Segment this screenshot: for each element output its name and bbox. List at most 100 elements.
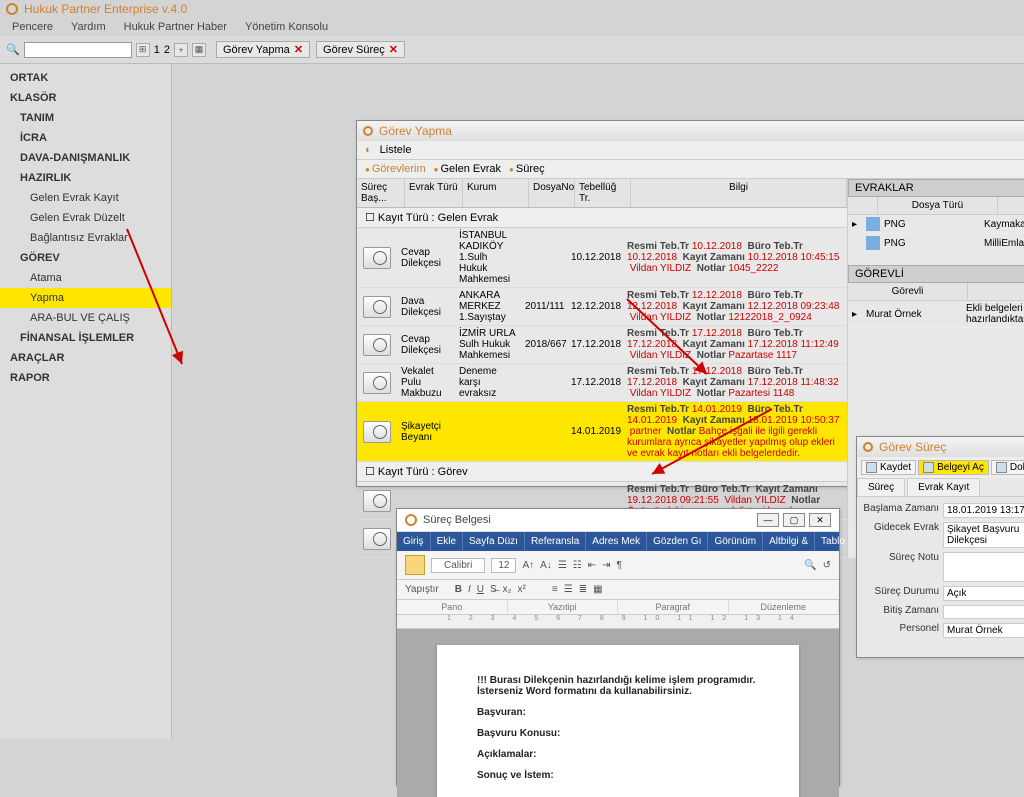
nav-page-1[interactable]: 1 — [154, 44, 160, 56]
maximize-button[interactable]: ▢ — [783, 513, 805, 527]
filetab-gorev-yapma[interactable]: Görev Yapma ✕ — [216, 41, 310, 58]
col-dosya-turu[interactable]: Dosya Türü — [878, 197, 998, 214]
underline-button[interactable]: U — [477, 584, 484, 595]
evrak-row[interactable]: PNGMilliEmlakŞikayet.png — [848, 234, 1024, 253]
ribbon-tab[interactable]: Giriş — [397, 532, 431, 551]
belgeyi-ac-button[interactable]: Belgeyi Aç — [918, 460, 989, 475]
ribbon-tab[interactable]: Gözden Gı — [647, 532, 708, 551]
gorevli-row[interactable]: ▸Murat ÖrnekEkli belgeleri inceleyerek D… — [848, 301, 1024, 328]
ribbon-tab[interactable]: Referansla — [525, 532, 586, 551]
col-evrak-turu[interactable]: Evrak Türü — [405, 179, 463, 207]
val-personel[interactable]: Murat Örnek — [943, 623, 1024, 638]
menu-konsol[interactable]: Yönetim Konsolu — [245, 21, 328, 33]
italic-button[interactable]: I — [468, 584, 471, 595]
word-titlebar[interactable]: Süreç Belgesi — ▢ ✕ — [397, 509, 839, 532]
ribbon-tab[interactable]: Tablo — [815, 532, 852, 551]
ribbon-tab[interactable]: Ekle — [431, 532, 463, 551]
close-button[interactable]: ✕ — [809, 513, 831, 527]
col-bilgi[interactable]: Bilgi — [631, 179, 847, 207]
nav-grid-icon[interactable]: ▦ — [192, 43, 206, 57]
sidebar-gelen-evrak-kayit[interactable]: Gelen Evrak Kayıt — [0, 188, 171, 208]
table-row[interactable]: Cevap Dilekçesi İSTANBUL KADIKÖY 1.Sulh … — [357, 228, 847, 288]
bold-button[interactable]: B — [455, 584, 462, 595]
kaydet-button[interactable]: Kaydet — [861, 460, 916, 475]
bullet-list-icon[interactable]: ☰ — [558, 560, 567, 571]
document-area[interactable]: !!! Burası Dilekçenin hazırlandığı kelim… — [397, 629, 839, 797]
tab-evrak-kayit[interactable]: Evrak Kayıt — [907, 478, 980, 496]
strikethrough-button[interactable]: S̶ — [490, 584, 497, 595]
font-grow-icon[interactable]: A↑ — [522, 560, 534, 571]
evrak-row[interactable]: ▸PNGKaymakamlıkŞikayet.png — [848, 215, 1024, 234]
val-durum[interactable]: Açık — [943, 586, 1024, 601]
sidebar-atama[interactable]: Atama — [0, 268, 171, 288]
subscript-button[interactable]: x₂ — [503, 584, 512, 595]
replace-icon[interactable]: ↺ — [823, 560, 831, 571]
search-input[interactable] — [24, 42, 132, 58]
font-shrink-icon[interactable]: A↓ — [540, 560, 552, 571]
sidebar-baglantisiz-evraklar[interactable]: Bağlantısız Evraklar — [0, 228, 171, 248]
sidebar-araclar[interactable]: ARAÇLAR — [0, 348, 171, 368]
tab-gelen-evrak[interactable]: Gelen Evrak — [440, 163, 501, 175]
sidebar-hazirlik[interactable]: HAZIRLIK — [0, 168, 171, 188]
table-row[interactable]: Vekalet Pulu Makbuzu Deneme karşı evraks… — [357, 364, 847, 402]
sidebar-tanim[interactable]: TANIM — [0, 108, 171, 128]
nav-box-icon[interactable]: ⊞ — [136, 43, 150, 57]
col-atamanotu[interactable]: AtamaNotu — [968, 283, 1024, 300]
sidebar-gorev[interactable]: GÖREV — [0, 248, 171, 268]
col-surec-bas[interactable]: Süreç Baş... — [357, 179, 405, 207]
outdent-icon[interactable]: ⇥ — [602, 560, 610, 571]
find-icon[interactable]: 🔍 — [804, 560, 816, 571]
window-titlebar[interactable]: Görev Yapma — ▢ ✕ — [357, 121, 1024, 141]
sidebar-rapor[interactable]: RAPOR — [0, 368, 171, 388]
minimize-button[interactable]: — — [757, 513, 779, 527]
tab-surec[interactable]: Süreç — [857, 478, 905, 496]
word-cevir-button[interactable]: Dokümanı Word Formatına Çevir — [991, 460, 1024, 475]
surec-titlebar[interactable]: Görev Süreç — ▢ ✕ — [857, 437, 1024, 457]
ribbon-tab[interactable]: Görünüm — [708, 532, 763, 551]
sidebar-klasor[interactable]: KLASÖR — [0, 88, 171, 108]
val-gidecek[interactable]: Şikayet Başvuru Dilekçesi — [943, 522, 1024, 548]
ribbon-tab[interactable]: Adres Mek — [586, 532, 647, 551]
paste-label[interactable]: Yapıştır — [405, 584, 439, 595]
col-tebellug[interactable]: Tebellüğ Tr. — [575, 179, 631, 207]
table-row[interactable]: Şikayetçi Beyanı 14.01.2019 Resmi Teb.Tr… — [357, 402, 847, 462]
menu-pencere[interactable]: Pencere — [12, 21, 53, 33]
sidebar-gelen-evrak-duzelt[interactable]: Gelen Evrak Düzelt — [0, 208, 171, 228]
filetab-gorev-surec[interactable]: Görev Süreç ✕ — [316, 41, 405, 58]
sidebar-dava[interactable]: DAVA-DANIŞMANLIK — [0, 148, 171, 168]
col-kurum[interactable]: Kurum — [463, 179, 529, 207]
ribbon-tab[interactable]: Altbilgi & — [763, 532, 815, 551]
superscript-button[interactable]: x² — [518, 584, 526, 595]
col-gorevli[interactable]: Görevli — [848, 283, 968, 300]
align-right-icon[interactable]: ≣ — [579, 584, 587, 595]
document-page[interactable]: !!! Burası Dilekçenin hazırlandığı kelim… — [437, 645, 799, 797]
search-icon[interactable]: 🔍 — [6, 43, 20, 56]
paste-icon[interactable] — [405, 555, 425, 575]
table-row[interactable]: Dava Dilekçesi ANKARA MERKEZ 1.Sayıştay … — [357, 288, 847, 326]
val-bitis[interactable] — [943, 605, 1024, 619]
sidebar-yapma[interactable]: Yapma — [0, 288, 171, 308]
indent-icon[interactable]: ⇤ — [588, 560, 596, 571]
number-list-icon[interactable]: ☷ — [573, 560, 582, 571]
listele-button[interactable]: Listele — [380, 144, 412, 156]
justify-icon[interactable]: ▦ — [593, 584, 602, 595]
tab-surec[interactable]: Süreç — [516, 163, 545, 175]
menu-haber[interactable]: Hukuk Partner Haber — [124, 21, 227, 33]
close-icon[interactable]: ✕ — [294, 43, 303, 56]
sidebar-finansal[interactable]: FİNANSAL İŞLEMLER — [0, 328, 171, 348]
font-select[interactable]: Calibri — [431, 558, 485, 573]
col-dosyano[interactable]: DosyaNo — [529, 179, 575, 207]
nav-plus-button[interactable]: + — [174, 43, 188, 57]
val-notu[interactable] — [943, 552, 1024, 582]
col-orj-dosyaadi[interactable]: Orj.DosyaAdı — [998, 197, 1024, 214]
tab-gorevlerim[interactable]: Görevlerim — [372, 163, 426, 175]
paragraph-icon[interactable]: ¶ — [617, 560, 622, 571]
menu-yardim[interactable]: Yardım — [71, 21, 106, 33]
align-center-icon[interactable]: ☰ — [564, 584, 573, 595]
group-gelen-evrak[interactable]: ☐ Kayıt Türü : Gelen Evrak — [357, 208, 847, 228]
fontsize-select[interactable]: 12 — [491, 558, 516, 573]
align-left-icon[interactable]: ≡ — [552, 584, 558, 595]
sidebar-icra[interactable]: İCRA — [0, 128, 171, 148]
ribbon-tab[interactable]: Sayfa Düzı — [463, 532, 525, 551]
close-icon[interactable]: ✕ — [389, 43, 398, 56]
